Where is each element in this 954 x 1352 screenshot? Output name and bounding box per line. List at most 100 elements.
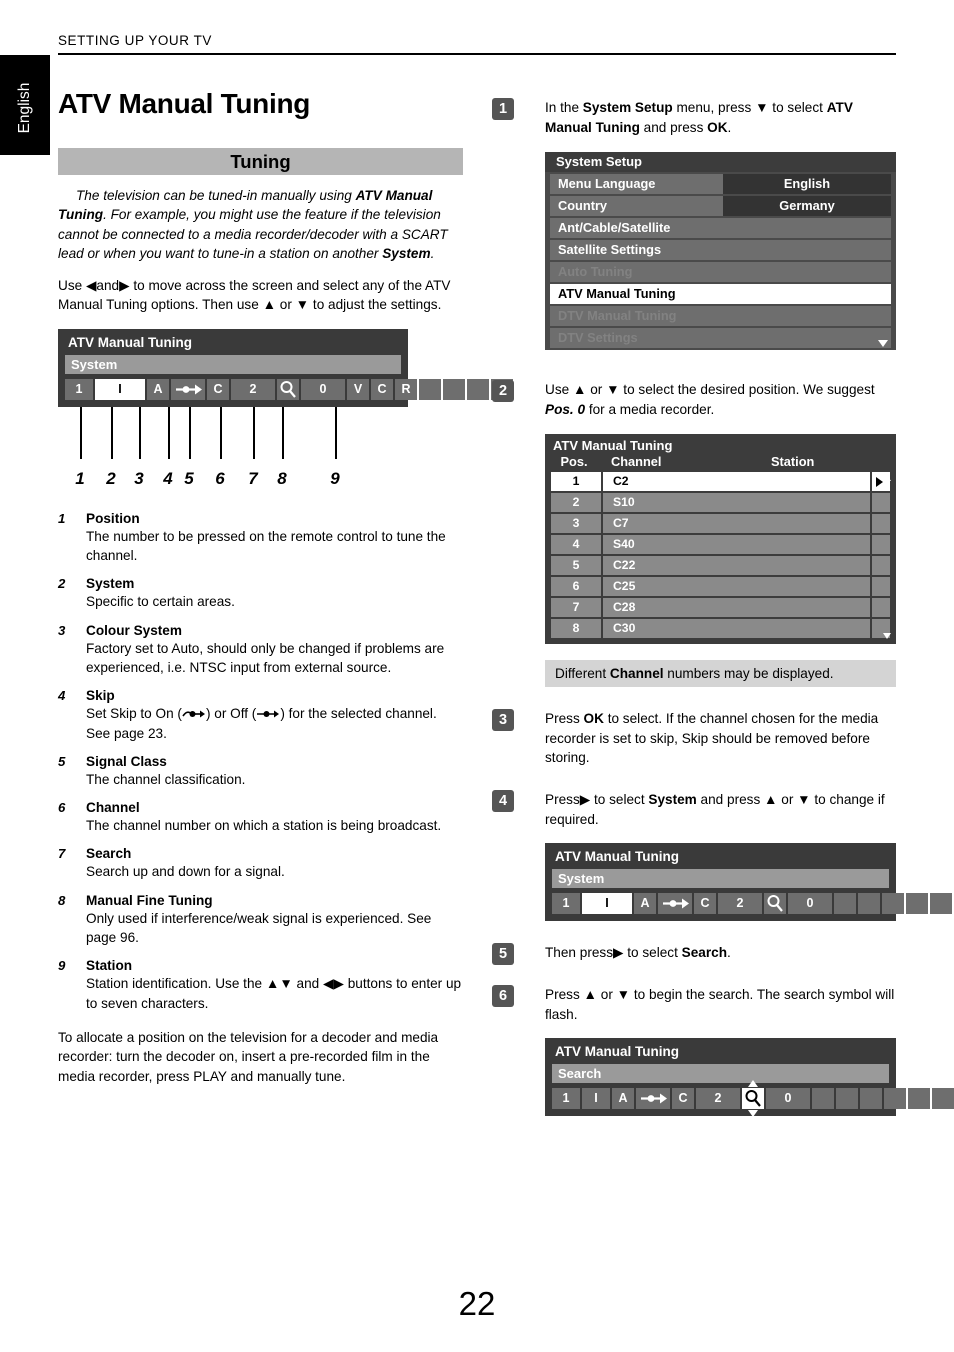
cell-station-1[interactable]: [834, 893, 856, 915]
definition-number: 7: [58, 846, 66, 862]
osd-panel-system-step4: ATV Manual Tuning System 1 I A C 2 0: [545, 843, 952, 922]
cell-colour-system[interactable]: A: [634, 893, 656, 915]
cell-channel: C25: [603, 576, 870, 596]
menu-row-menu-language[interactable]: Menu Language English: [550, 174, 891, 195]
cell-fine-tuning[interactable]: 0: [301, 378, 345, 400]
table-row[interactable]: 8 C30: [551, 618, 890, 638]
cell-signal-class[interactable]: C: [694, 893, 716, 915]
menu-row-auto-tuning: Auto Tuning: [550, 262, 891, 283]
osd-panel-subtitle: System: [552, 869, 889, 889]
cell-skip[interactable]: [636, 1088, 670, 1110]
step-5: 5 Then press▶ to select Search.: [492, 943, 896, 966]
callout-9: 9: [330, 468, 340, 488]
definition-term: Station: [86, 958, 133, 974]
table-row[interactable]: 5 C22: [551, 555, 890, 575]
cell-station-1[interactable]: [812, 1088, 834, 1110]
table-row[interactable]: 7 C28: [551, 597, 890, 617]
menu-row-atv-manual-tuning[interactable]: ATV Manual Tuning: [550, 284, 891, 305]
cell-channel: S10: [603, 492, 870, 512]
definition-term: Signal Class: [86, 753, 167, 769]
table-row[interactable]: 1 C2: [551, 471, 890, 491]
cell-search[interactable]: [764, 893, 786, 915]
row-end: [872, 513, 890, 533]
definition-term: Manual Fine Tuning: [86, 892, 213, 908]
cell-station-6[interactable]: [932, 1088, 954, 1110]
down-arrow-icon: ▼: [616, 987, 631, 1003]
cell-position[interactable]: 1: [552, 893, 580, 915]
cell-station-3[interactable]: [860, 1088, 882, 1110]
cell-channel[interactable]: 2: [696, 1088, 740, 1110]
cell-station-4[interactable]: [906, 893, 928, 915]
menu-row-satellite-settings[interactable]: Satellite Settings: [550, 240, 891, 261]
menu-row-label: ATV Manual Tuning: [550, 284, 891, 305]
cell-pos: 8: [551, 618, 601, 638]
cell-station-5[interactable]: [908, 1088, 930, 1110]
cell-channel: C30: [603, 618, 870, 638]
cell-position[interactable]: 1: [552, 1088, 580, 1110]
channel-table-header: Pos. Channel Station: [545, 454, 896, 472]
definition-number: 3: [58, 622, 66, 638]
skip-arrow-icon: [641, 1093, 667, 1104]
scroll-down-icon[interactable]: [878, 340, 888, 348]
cell-signal-class[interactable]: C: [207, 378, 229, 400]
cell-station-4[interactable]: [884, 1088, 906, 1110]
cell-station-3[interactable]: [882, 893, 904, 915]
step-1-text: In the System Setup menu, press ▼ to sel…: [545, 100, 853, 135]
cell-colour-system[interactable]: A: [147, 378, 169, 400]
cell-pos: 4: [551, 534, 601, 554]
cell-channel[interactable]: 2: [718, 893, 762, 915]
definition-item-5: 5 Signal Class The channel classificatio…: [58, 754, 463, 789]
cell-station-5[interactable]: [443, 378, 465, 400]
cell-skip[interactable]: [658, 893, 692, 915]
definition-term: Search: [86, 846, 132, 862]
cell-skip[interactable]: [171, 378, 205, 400]
osd-cell-row: 1 I A C 2 0: [552, 893, 952, 915]
menu-row-country[interactable]: Country Germany: [550, 196, 891, 217]
definition-term: Position: [86, 510, 140, 526]
definition-body: Factory set to Auto, should only be chan…: [86, 640, 445, 675]
column-header-pos: Pos.: [560, 453, 588, 469]
scroll-down-icon[interactable]: [883, 632, 891, 639]
search-glass-icon: [280, 380, 296, 398]
step-2: 2 Use ▲ or ▼ to select the desired posit…: [492, 380, 896, 419]
cell-station-3[interactable]: R: [395, 378, 417, 400]
definition-item-4: 4 Skip Set Skip to On () or Off () for t…: [58, 688, 463, 743]
cell-station-6[interactable]: [467, 378, 489, 400]
table-row[interactable]: 2 S10: [551, 492, 890, 512]
step-badge-3: 3: [492, 708, 514, 731]
osd-panel-search: ATV Manual Tuning Search 1 I A C 2 0: [545, 1038, 954, 1118]
definition-number: 1: [58, 510, 66, 526]
definition-body: Specific to certain areas.: [86, 594, 235, 610]
row-end: [872, 576, 890, 596]
cell-channel[interactable]: 2: [231, 378, 275, 400]
table-row[interactable]: 4 S40: [551, 534, 890, 554]
cell-system[interactable]: I: [582, 1088, 610, 1110]
table-row[interactable]: 3 C7: [551, 513, 890, 533]
cell-station-2[interactable]: [836, 1088, 858, 1110]
cell-station-2[interactable]: C: [371, 378, 393, 400]
scroll-up-icon[interactable]: [883, 474, 891, 481]
menu-row-ant-cable-satellite[interactable]: Ant/Cable/Satellite: [550, 218, 891, 239]
cell-fine-tuning[interactable]: 0: [788, 893, 832, 915]
cell-colour-system[interactable]: A: [612, 1088, 634, 1110]
cell-station-1[interactable]: V: [347, 378, 369, 400]
right-column: 1 In the System Setup menu, press ▼ to s…: [492, 98, 954, 1118]
cell-fine-tuning[interactable]: 0: [766, 1088, 810, 1110]
callout-4: 4: [163, 468, 173, 488]
table-row[interactable]: 6 C25: [551, 576, 890, 596]
cell-signal-class[interactable]: C: [672, 1088, 694, 1110]
cell-search[interactable]: [742, 1080, 764, 1118]
down-arrow-icon: ▼: [797, 791, 811, 807]
cell-position[interactable]: 1: [65, 378, 93, 400]
cell-system[interactable]: I: [582, 893, 632, 915]
cell-station-4[interactable]: [419, 378, 441, 400]
cell-pos: 5: [551, 555, 601, 575]
definition-list: 1 Position The number to be pressed on t…: [58, 511, 463, 1013]
cell-search[interactable]: [277, 378, 299, 400]
definition-number: 6: [58, 800, 66, 816]
cell-station-5[interactable]: [930, 893, 952, 915]
running-head: SETTING UP YOUR TV: [58, 33, 212, 48]
cell-system[interactable]: I: [95, 378, 145, 400]
definition-item-9: 9 Station Station identification. Use th…: [58, 958, 463, 1013]
cell-station-2[interactable]: [858, 893, 880, 915]
